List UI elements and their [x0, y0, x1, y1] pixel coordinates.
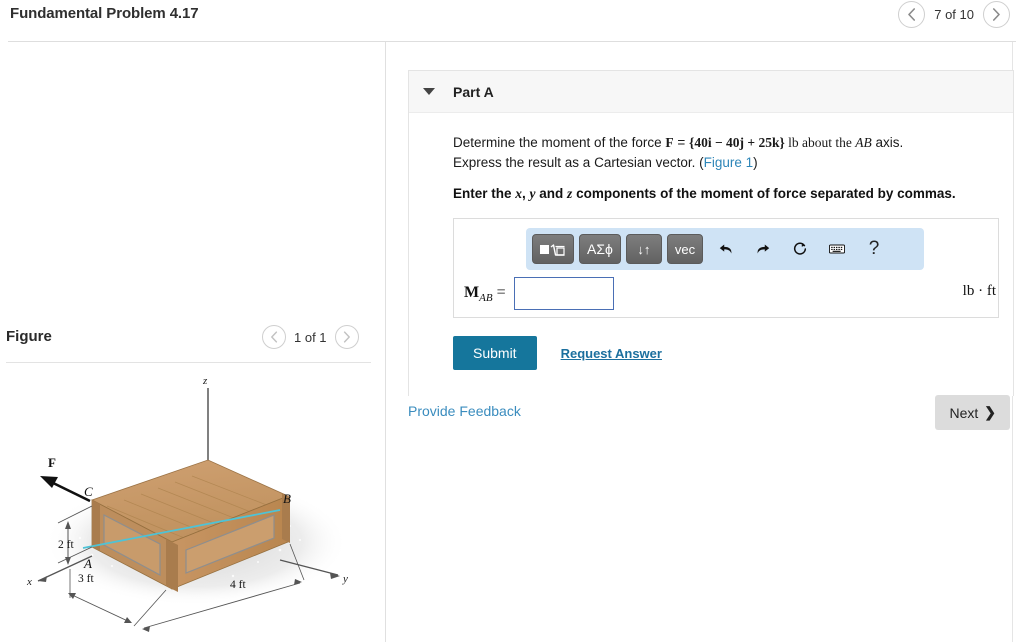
problem-pager-label: 7 of 10: [934, 7, 974, 22]
question-line1-mid: lb about the: [784, 135, 856, 150]
page-title: Fundamental Problem 4.17: [10, 5, 199, 22]
chevron-right-icon: [993, 8, 1000, 21]
figure-previous-button[interactable]: [262, 325, 286, 349]
answer-row: MAB =: [464, 277, 990, 311]
page-root: Fundamental Problem 4.17 7 of 10 Figure: [0, 0, 1024, 642]
template-button[interactable]: [532, 234, 574, 265]
figure-title: Figure: [6, 328, 52, 345]
top-bar: Fundamental Problem 4.17 7 of 10: [0, 0, 1024, 42]
question-line2: Express the result as a Cartesian vector…: [453, 154, 704, 170]
question-line1-prefix: Determine the moment of the force: [453, 135, 666, 150]
point-a-label: A: [83, 556, 92, 571]
force-expression: {40i − 40j + 25k}: [689, 135, 785, 150]
part-a-header[interactable]: Part A: [409, 71, 1013, 113]
force-symbol: F: [665, 135, 674, 150]
point-c-label: C: [84, 484, 93, 499]
answer-actions: Submit Request Answer: [453, 336, 989, 392]
redo-button[interactable]: [749, 236, 777, 262]
force-label: F: [48, 455, 56, 470]
figure-pager: 1 of 1: [262, 325, 359, 349]
sort-button[interactable]: ↓↑: [625, 234, 662, 265]
greek-button[interactable]: ΑΣϕ: [579, 234, 621, 265]
dimension-3ft-label: 3 ft: [78, 573, 94, 585]
chevron-right-icon: ❯: [984, 404, 996, 420]
answer-label: MAB =: [464, 284, 506, 304]
next-button[interactable]: Next ❯: [935, 395, 1010, 430]
figure-pager-label: 1 of 1: [294, 329, 327, 345]
chevron-left-icon: [271, 331, 278, 343]
answer-input[interactable]: [513, 277, 614, 311]
figure-image[interactable]: z x y F C A B 2 ft 3 ft 4 ft: [0, 370, 385, 642]
figure-header: Figure 1 of 1: [0, 320, 385, 362]
problem-column: Part A Determine the moment of the force…: [386, 42, 1024, 642]
answer-units: lb · ft: [962, 283, 996, 300]
chevron-right-icon: [343, 331, 350, 343]
entry-instruction: Enter the x, y and z components of the m…: [453, 186, 989, 202]
dimension-4ft-label: 4 ft: [230, 579, 246, 591]
dimension-2ft-label: 2 ft: [58, 539, 74, 551]
question-text: Determine the moment of the force F = {4…: [453, 133, 989, 172]
request-answer-link[interactable]: Request Answer: [561, 346, 662, 361]
undo-button[interactable]: [712, 236, 740, 262]
reset-button[interactable]: [786, 236, 814, 262]
instruction-sep1: ,: [522, 186, 530, 202]
next-problem-button[interactable]: [983, 1, 1010, 28]
redo-icon: [757, 244, 770, 254]
figure-column: Figure 1 of 1 z x y F C A B 2 ft 3 ft 4 …: [0, 42, 385, 642]
caret-down-icon[interactable]: [423, 88, 435, 95]
previous-problem-button[interactable]: [898, 1, 926, 28]
keyboard-button[interactable]: [823, 236, 851, 262]
y-axis-label: y: [342, 573, 348, 585]
question-line2-end: ): [753, 154, 758, 170]
figure-1-link[interactable]: Figure 1: [704, 155, 754, 170]
instruction-sep2: and: [535, 186, 568, 202]
question-line1-suffix: axis.: [871, 135, 904, 150]
answer-label-main: M: [464, 283, 480, 301]
z-axis-label: z: [202, 375, 208, 387]
point-b-label: B: [283, 491, 291, 506]
math-template-icon: [540, 243, 565, 256]
crate-moment-diagram: z x y F C A B 2 ft 3 ft 4 ft: [26, 375, 348, 632]
axis-symbol: AB: [855, 135, 872, 150]
part-a-body: Determine the moment of the force F = {4…: [409, 113, 1013, 396]
math-toolbar: ΑΣϕ ↓↑ vec ?: [526, 228, 924, 271]
answer-entry-box: ΑΣϕ ↓↑ vec ? MAB = lb · ft: [453, 218, 999, 319]
answer-label-sub: AB: [479, 291, 493, 304]
figure-divider: [6, 362, 371, 363]
provide-feedback-link[interactable]: Provide Feedback: [408, 403, 521, 419]
instruction-prefix: Enter the: [453, 186, 516, 202]
chevron-left-icon: [908, 8, 916, 21]
instruction-suffix: components of the moment of force separa…: [572, 186, 956, 202]
submit-button[interactable]: Submit: [453, 336, 537, 371]
x-axis-label: x: [26, 576, 32, 588]
help-button[interactable]: ?: [860, 236, 888, 262]
vector-button[interactable]: vec: [666, 234, 704, 265]
reset-icon: [794, 242, 807, 255]
keyboard-icon: [829, 244, 846, 254]
undo-icon: [719, 244, 732, 254]
footer-row: Provide Feedback Next ❯: [386, 395, 1024, 435]
instruction-x: x: [515, 186, 523, 202]
next-button-label: Next: [949, 404, 979, 421]
question-equals: =: [673, 135, 689, 150]
problem-pager: 7 of 10: [898, 1, 1010, 28]
part-a-title: Part A: [453, 83, 494, 100]
figure-next-button[interactable]: [334, 325, 359, 349]
part-a-panel: Part A Determine the moment of the force…: [408, 70, 1014, 397]
answer-label-equals: =: [496, 283, 506, 301]
